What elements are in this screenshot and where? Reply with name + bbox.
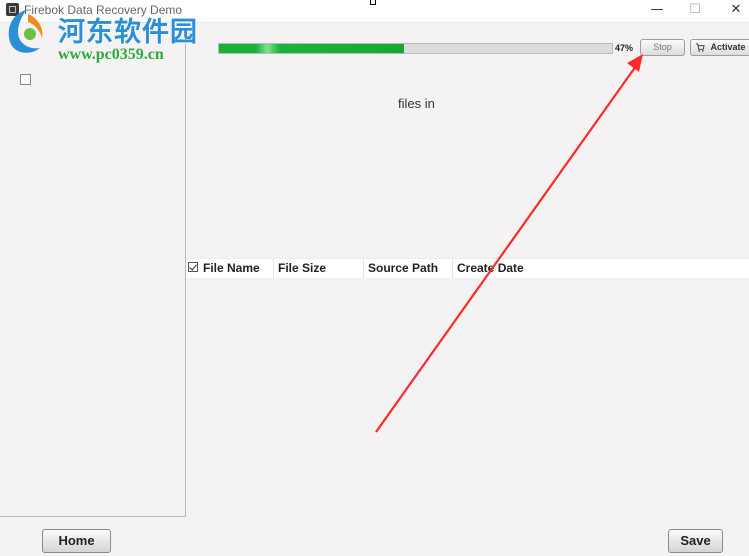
maximize-button[interactable]: ☐ [678, 0, 712, 22]
column-create-date[interactable]: Create Date [453, 259, 573, 278]
home-button[interactable]: Home [42, 529, 111, 553]
watermark: 河东软件园 www.pc0359.cn [0, 4, 205, 64]
minimize-button[interactable]: — [640, 0, 674, 22]
close-button[interactable]: ✕ [719, 0, 749, 22]
text-cursor-icon [370, 0, 376, 5]
file-table-header: File Name File Size Source Path Create D… [186, 258, 749, 278]
scan-status-text: files in [398, 96, 435, 111]
file-table-body[interactable] [186, 277, 749, 517]
tree-checkbox[interactable] [20, 74, 31, 85]
column-source-path[interactable]: Source Path [364, 259, 453, 278]
activate-button[interactable]: Activate [690, 39, 749, 56]
watermark-url: www.pc0359.cn [58, 46, 164, 63]
stop-button[interactable]: Stop [640, 39, 685, 56]
annotation-arrowhead [627, 54, 643, 72]
activate-label: Activate [710, 42, 746, 52]
scan-progress-bar [218, 43, 613, 54]
select-all-checkbox[interactable] [188, 262, 198, 272]
folder-tree-panel[interactable] [0, 36, 186, 517]
scan-progress-fill [219, 44, 404, 53]
watermark-logo-icon [8, 10, 43, 53]
watermark-site-name: 河东软件园 [58, 17, 198, 48]
column-file-name[interactable]: File Name [199, 259, 274, 278]
progress-percent-label: 47% [615, 43, 634, 53]
column-file-size[interactable]: File Size [274, 259, 364, 278]
cart-icon [696, 43, 705, 52]
save-button[interactable]: Save [668, 529, 723, 553]
